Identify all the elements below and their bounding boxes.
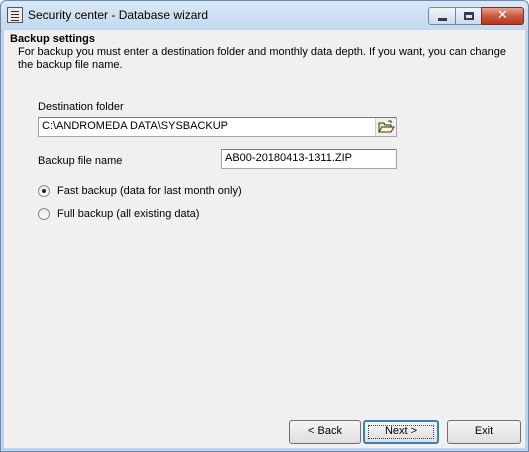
wizard-window: Security center - Database wizard ✕ Back… <box>0 0 529 452</box>
close-button[interactable]: ✕ <box>481 7 524 25</box>
maximize-icon <box>464 12 474 20</box>
maximize-button[interactable] <box>455 7 482 25</box>
full-backup-radio[interactable] <box>38 208 50 220</box>
backup-file-name-input[interactable]: AB00-20180413-1311.ZIP <box>221 149 397 169</box>
page-description: For backup you must enter a destination … <box>18 46 506 71</box>
minimize-icon <box>438 18 447 21</box>
folder-open-icon <box>378 120 395 133</box>
window-title: Security center - Database wizard <box>28 8 209 22</box>
full-backup-label[interactable]: Full backup (all existing data) <box>57 208 199 220</box>
close-icon: ✕ <box>497 8 508 23</box>
minimize-button[interactable] <box>428 7 456 25</box>
app-icon[interactable] <box>7 7 23 23</box>
destination-folder-label: Destination folder <box>38 101 124 113</box>
destination-folder-input[interactable]: C:\ANDROMEDA DATA\SYSBACKUP <box>38 117 397 137</box>
exit-button[interactable]: Exit <box>447 420 521 444</box>
next-button[interactable]: Next > <box>363 420 439 444</box>
backup-file-name-label: Backup file name <box>38 155 123 167</box>
browse-folder-button[interactable] <box>375 118 396 136</box>
wizard-body: Backup settings For backup you must ente… <box>4 30 525 448</box>
fast-backup-radio[interactable] <box>38 185 50 197</box>
title-bar[interactable]: Security center - Database wizard ✕ <box>1 1 528 30</box>
focus-rectangle <box>368 425 434 439</box>
back-button[interactable]: < Back <box>289 420 361 444</box>
fast-backup-label[interactable]: Fast backup (data for last month only) <box>57 185 242 197</box>
page-title: Backup settings <box>10 33 95 45</box>
radio-selected-dot <box>42 189 46 193</box>
